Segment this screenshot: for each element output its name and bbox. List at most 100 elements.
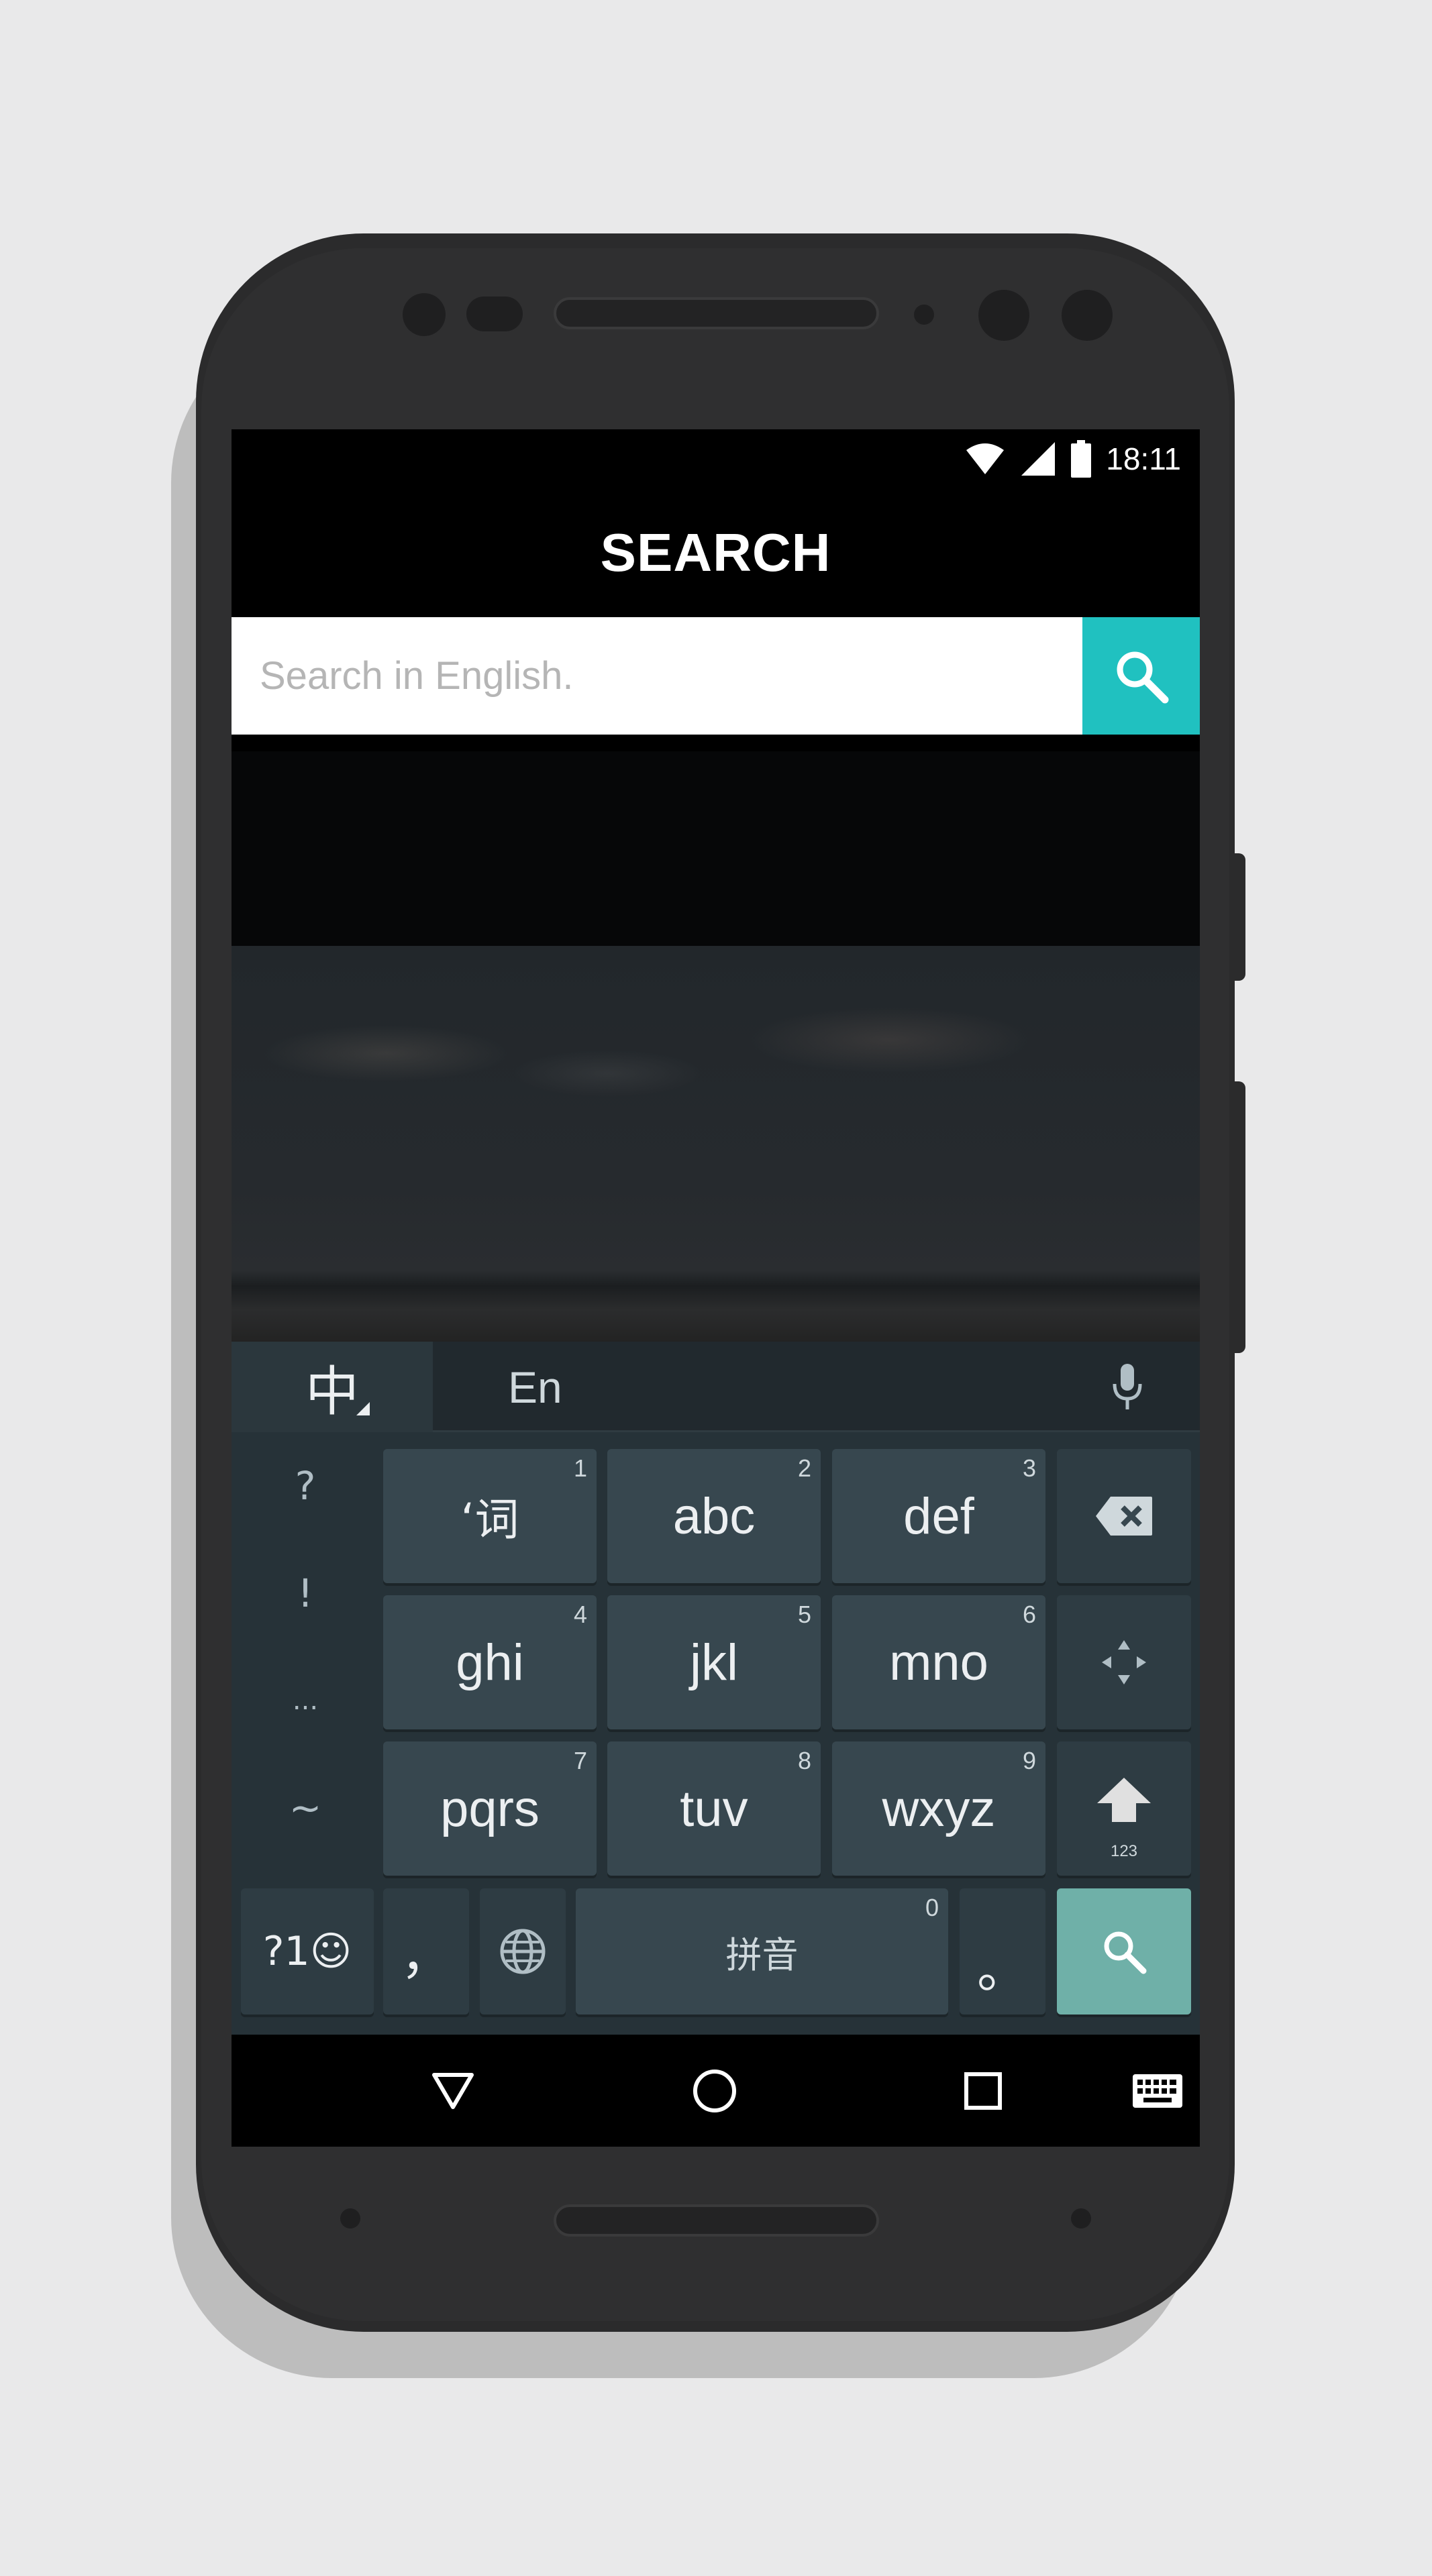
bottom-sensor-left <box>340 2208 360 2229</box>
language-switch-indicator-icon <box>356 1402 370 1415</box>
key-8-tuv[interactable]: tuv 8 <box>607 1741 821 1876</box>
app-bar: SEARCH <box>232 488 1200 617</box>
space-pinyin-key[interactable]: 拼音 0 <box>576 1888 948 2015</box>
space-label: 拼音 <box>725 1933 799 1976</box>
symbol-tilde-label: ~ <box>289 1785 322 1831</box>
battery-icon <box>1071 440 1092 478</box>
key-9-wxyz[interactable]: wxyz 9 <box>832 1741 1045 1876</box>
search-icon <box>1104 1931 1147 1974</box>
symbol-ellipsis-label: ... <box>292 1685 319 1716</box>
key-label: abc <box>672 1487 756 1545</box>
key-number: 9 <box>1022 1747 1036 1774</box>
key-number: 6 <box>1022 1601 1036 1628</box>
comma-label: ， <box>401 1926 452 1986</box>
status-icons: 18:11 <box>965 439 1181 479</box>
key-3-def[interactable]: def 3 <box>832 1449 1045 1583</box>
key-number: 4 <box>573 1601 587 1628</box>
symbol-exclamation-key[interactable]: ! <box>232 1540 379 1647</box>
language-chinese-button[interactable]: 中 <box>232 1342 433 1432</box>
key-2-abc[interactable]: abc 2 <box>607 1449 821 1583</box>
search-icon <box>1117 651 1168 703</box>
back-triangle-icon <box>432 2072 474 2109</box>
search-bar <box>232 617 1200 735</box>
keyboard-icon <box>1133 2074 1182 2108</box>
symbol-exclamation-label: ! <box>297 1570 313 1616</box>
volume-button <box>1232 1081 1245 1353</box>
search-input[interactable] <box>232 617 1082 735</box>
key-6-mno[interactable]: mno 6 <box>832 1595 1045 1729</box>
proximity-sensor <box>466 297 523 331</box>
back-button[interactable] <box>413 2035 493 2147</box>
status-time: 18:11 <box>1106 441 1181 476</box>
symbol-question-label: ? <box>295 1463 316 1509</box>
comma-key[interactable]: ， <box>383 1888 469 2015</box>
key-number: 7 <box>573 1747 587 1774</box>
key-5-jkl[interactable]: jkl 5 <box>607 1595 821 1729</box>
keyboard: 中 En ? ! ... ~ ‘词 1 abc 2 def 3 ghi 4 jk… <box>232 1342 1200 2035</box>
symbol-ellipsis-key[interactable]: ... <box>232 1647 379 1754</box>
front-camera <box>978 290 1029 341</box>
search-button[interactable] <box>1082 617 1200 735</box>
content-header-area <box>232 751 1200 946</box>
cursor-move-key[interactable] <box>1057 1595 1191 1729</box>
symbol-question-key[interactable]: ? <box>232 1432 379 1540</box>
home-circle-icon <box>693 2069 736 2112</box>
front-sensor <box>403 293 446 336</box>
navigation-bar <box>232 2035 1200 2147</box>
key-number: 8 <box>797 1747 811 1774</box>
language-english-label: En <box>508 1362 562 1412</box>
power-button <box>1232 853 1245 981</box>
notification-led <box>914 305 934 325</box>
background-image <box>232 946 1200 1342</box>
cursor-move-icon <box>1102 1640 1146 1684</box>
cell-signal-icon <box>1021 442 1056 476</box>
symbol-column: ? ! ... ~ <box>232 1432 379 1888</box>
period-label: 。 <box>977 1939 1028 1999</box>
symbols-emoji-label: ?1☺ <box>262 1928 352 1975</box>
key-number: 1 <box>573 1454 587 1482</box>
keyboard-switch-button[interactable] <box>1124 2035 1191 2147</box>
globe-key[interactable] <box>480 1888 566 2015</box>
status-bar: 18:11 <box>232 429 1200 488</box>
keyboard-toolbar: 中 En <box>232 1342 1200 1432</box>
key-7-pqrs[interactable]: pqrs 7 <box>383 1741 597 1876</box>
bottom-sensor-right <box>1071 2208 1091 2229</box>
key-number: 3 <box>1022 1454 1036 1482</box>
microphone-icon <box>1113 1363 1142 1409</box>
shift-key[interactable]: 123 <box>1057 1741 1191 1876</box>
earpiece-speaker <box>554 297 879 329</box>
microphone-button[interactable] <box>1104 1362 1151 1412</box>
search-enter-key[interactable] <box>1057 1888 1191 2015</box>
recents-square-icon <box>964 2072 1002 2110</box>
wifi-icon <box>966 443 1005 474</box>
backspace-icon <box>1096 1497 1152 1536</box>
symbol-tilde-key[interactable]: ~ <box>232 1754 379 1862</box>
key-label: jkl <box>690 1633 738 1691</box>
key-number: 2 <box>797 1454 811 1482</box>
shift-sub-label: 123 <box>1110 1842 1138 1860</box>
page-title: SEARCH <box>600 523 831 582</box>
home-button[interactable] <box>674 2035 755 2147</box>
symbols-emoji-key[interactable]: ?1☺ <box>241 1888 374 2015</box>
backspace-key[interactable] <box>1057 1449 1191 1583</box>
key-1-word[interactable]: ‘词 1 <box>383 1449 597 1583</box>
key-label: pqrs <box>440 1780 540 1837</box>
key-label: def <box>903 1487 974 1545</box>
language-english-button[interactable]: En <box>508 1342 562 1432</box>
phone-screen: 18:11 SEARCH 中 En <box>232 429 1200 2147</box>
key-label: ‘词 <box>460 1494 519 1546</box>
shift-arrow-icon <box>1097 1778 1151 1822</box>
period-key[interactable]: 。 <box>960 1888 1045 2015</box>
key-number: 5 <box>797 1601 811 1628</box>
front-flash <box>1062 290 1113 341</box>
recents-button[interactable] <box>943 2035 1023 2147</box>
key-number: 0 <box>925 1894 939 1921</box>
key-label: wxyz <box>882 1780 996 1837</box>
globe-icon <box>500 1929 546 1974</box>
key-label: mno <box>889 1633 988 1691</box>
bottom-speaker <box>554 2204 879 2237</box>
language-chinese-label: 中 <box>305 1360 359 1423</box>
key-label: tuv <box>680 1780 748 1837</box>
key-label: ghi <box>456 1633 524 1691</box>
key-4-ghi[interactable]: ghi 4 <box>383 1595 597 1729</box>
